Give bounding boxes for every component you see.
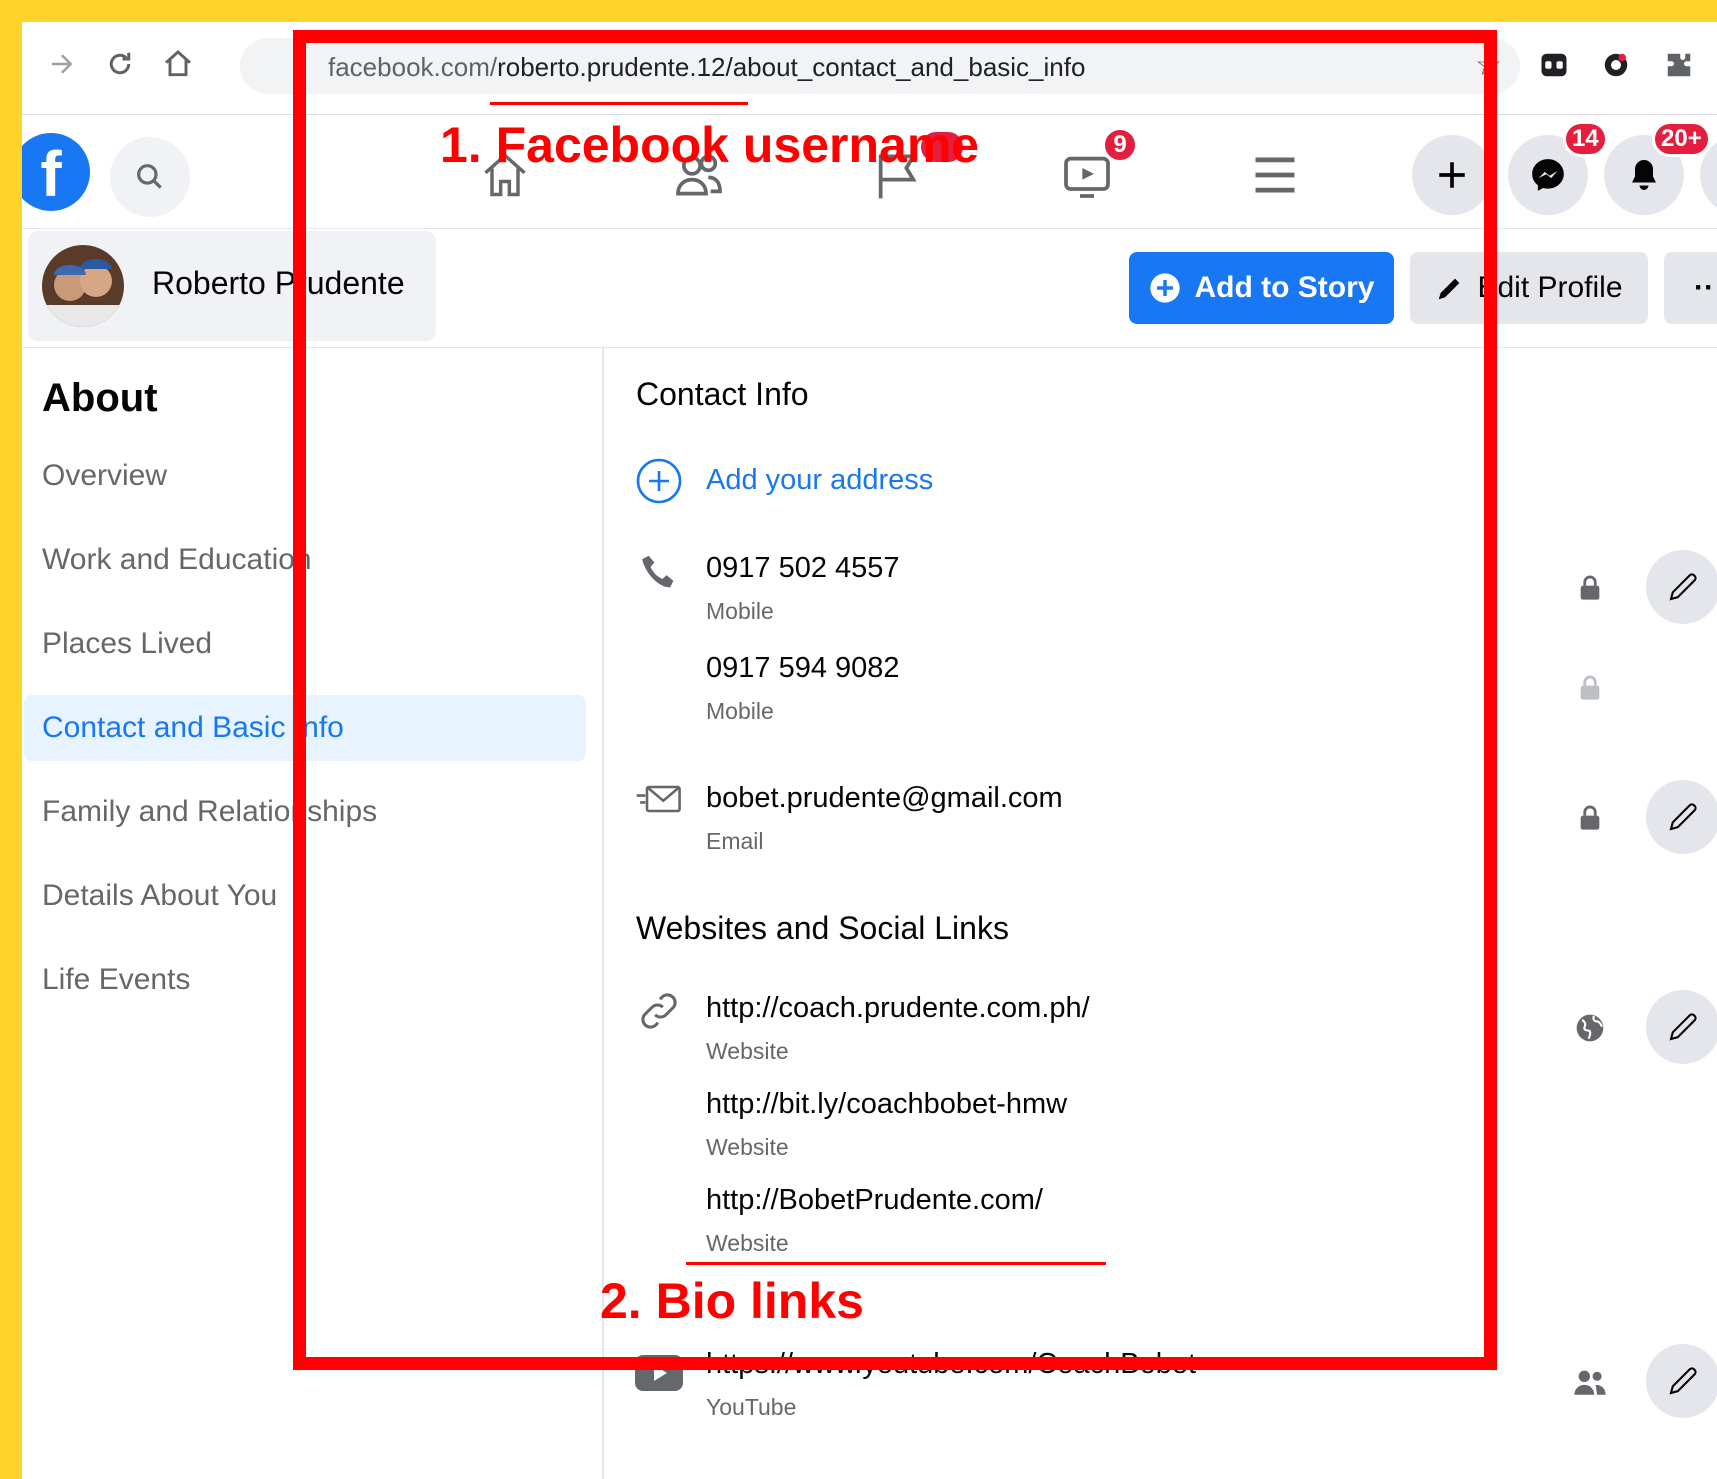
- annotation-underline: [490, 102, 748, 105]
- messenger-icon: [1532, 159, 1564, 191]
- bell-icon: [1632, 160, 1656, 190]
- lock-icon[interactable]: [1572, 570, 1608, 606]
- pencil-icon: [1669, 1367, 1697, 1395]
- pencil-icon: [1669, 803, 1697, 831]
- annotation-label-bio-links: 2. Bio links: [600, 1273, 864, 1329]
- extension-icon[interactable]: [1599, 48, 1633, 82]
- facebook-logo[interactable]: f: [22, 133, 90, 211]
- edit-pencil-button[interactable]: [1646, 990, 1717, 1064]
- messenger-badge: 14: [1563, 121, 1608, 157]
- pencil-icon: [1669, 1013, 1697, 1041]
- browser-window: facebook.com/roberto.prudente.12/about_c…: [22, 22, 1717, 1479]
- avatar: [42, 245, 124, 327]
- edit-profile-label: Edit Profile: [1477, 271, 1623, 304]
- search-icon: [137, 164, 162, 189]
- notifications-badge: 20+: [1652, 121, 1711, 157]
- edit-pencil-button[interactable]: [1646, 550, 1717, 624]
- annotation-label-username: 1. Facebook username: [440, 117, 980, 173]
- search-button[interactable]: [110, 137, 190, 217]
- friends-audience-icon[interactable]: [1572, 1364, 1608, 1400]
- edit-pencil-button[interactable]: [1646, 780, 1717, 854]
- forward-icon[interactable]: [42, 44, 82, 84]
- extension-icon[interactable]: [1537, 48, 1571, 82]
- about-title: About: [42, 376, 158, 420]
- pencil-icon: [1669, 573, 1697, 601]
- social-type: YouTube: [706, 1394, 797, 1420]
- annotation-underline: [686, 1262, 1106, 1265]
- lock-icon: [1572, 670, 1608, 706]
- edit-pencil-button[interactable]: [1646, 1344, 1717, 1418]
- lock-icon[interactable]: [1572, 800, 1608, 836]
- home-icon[interactable]: [158, 44, 198, 84]
- more-options-button[interactable]: ··: [1664, 252, 1717, 324]
- globe-icon[interactable]: [1572, 1010, 1608, 1046]
- reload-icon[interactable]: [100, 44, 140, 84]
- annotation-box: [293, 30, 1497, 1370]
- puzzle-extensions-icon[interactable]: [1662, 48, 1696, 82]
